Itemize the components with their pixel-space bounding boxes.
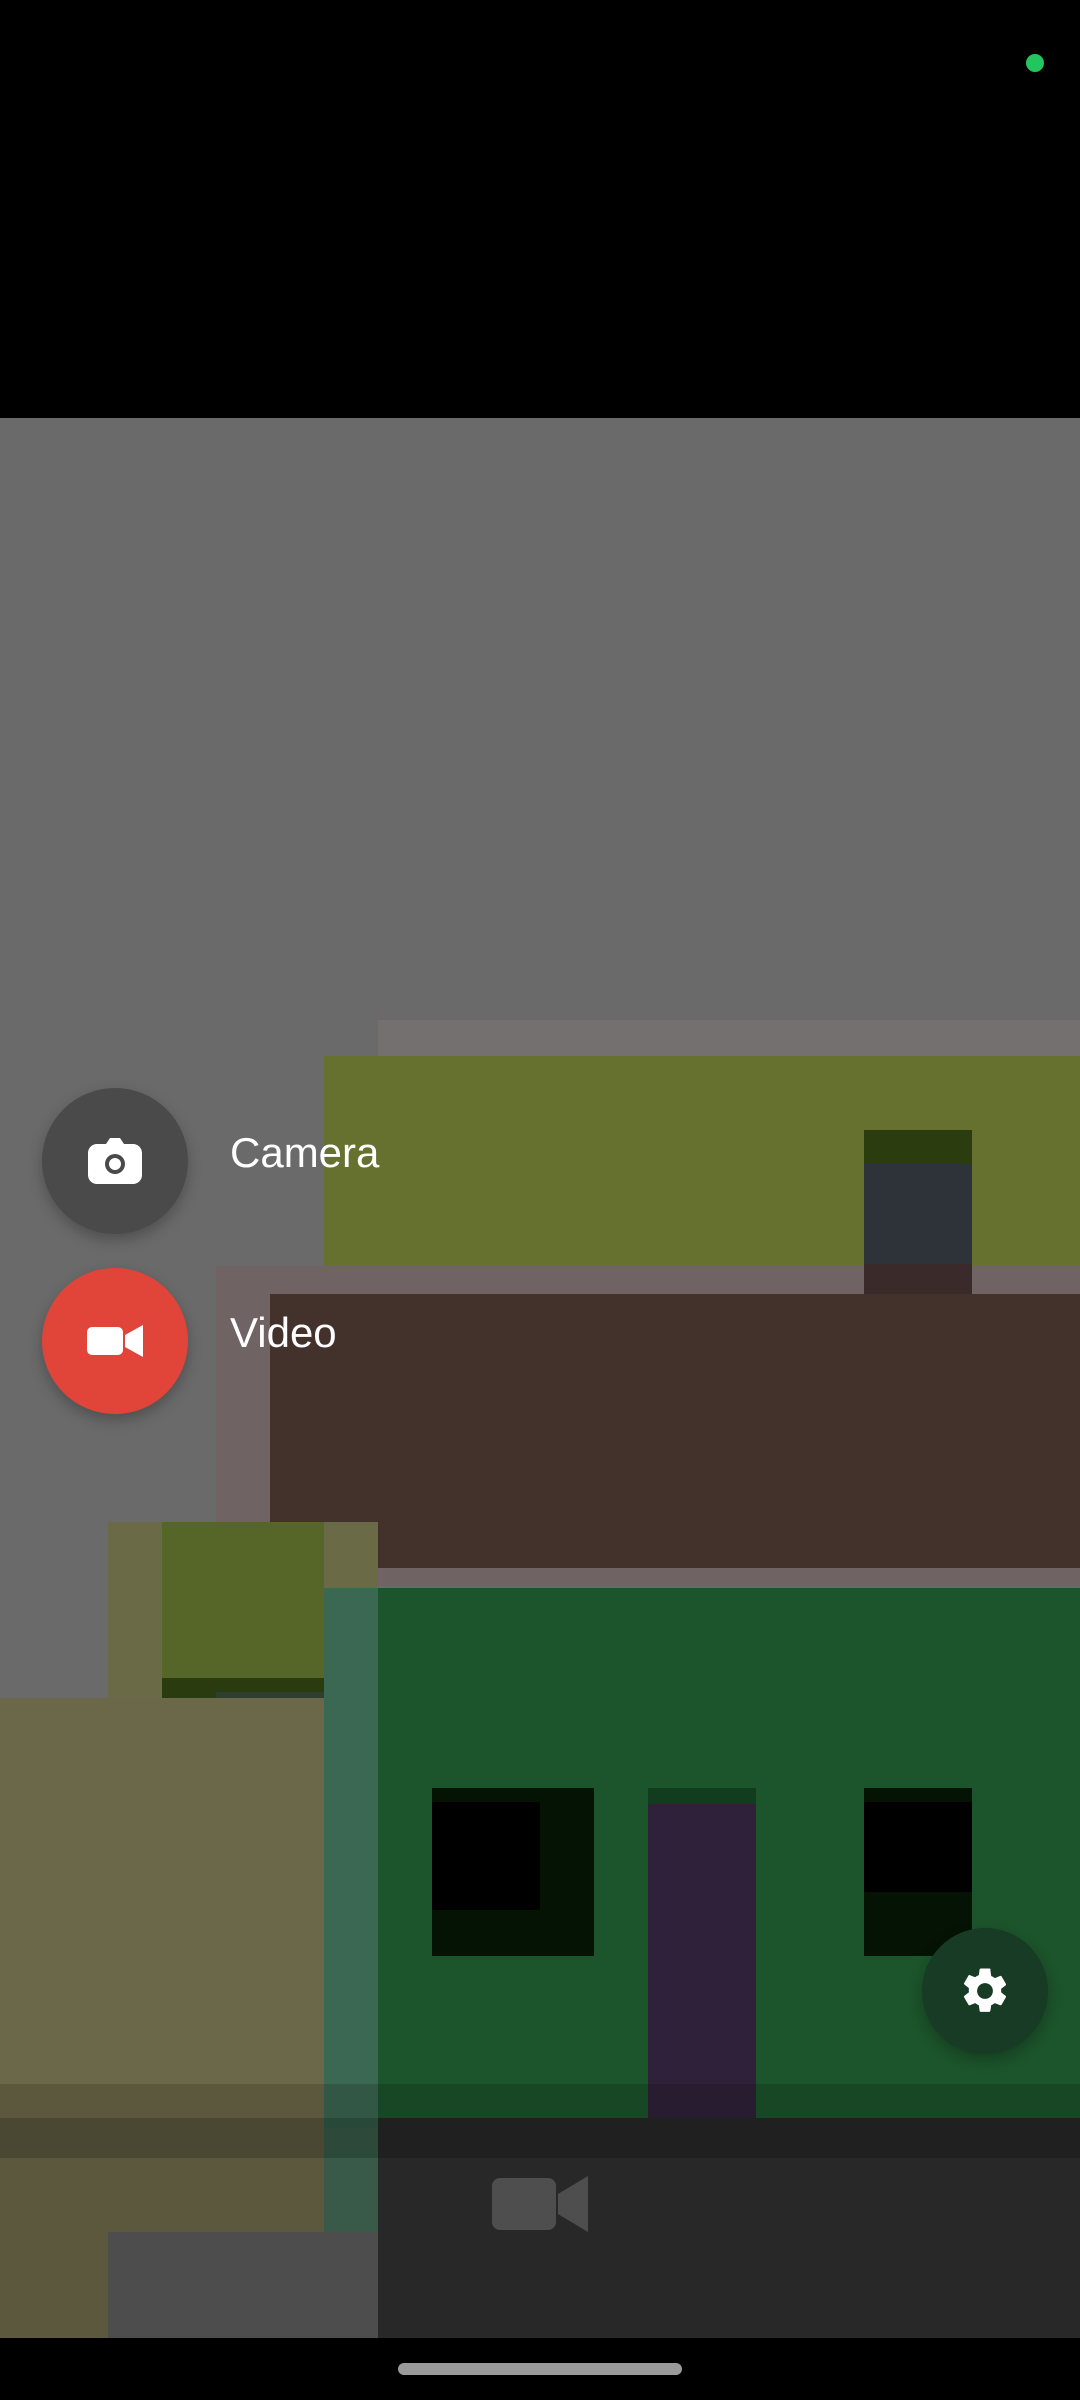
status-dot-icon: [1026, 54, 1044, 72]
video-record-icon: [492, 2176, 588, 2232]
camera-option[interactable]: Camera: [0, 1088, 410, 1250]
scene-block: [864, 1264, 972, 1294]
record-button[interactable]: [486, 2168, 594, 2240]
gear-icon: [963, 1968, 1007, 2012]
settings-button[interactable]: [922, 1928, 1048, 2054]
scene-block: [864, 1130, 972, 1166]
video-icon: [87, 1325, 143, 1357]
top-black-area: [0, 128, 1080, 418]
scene-block: [648, 1788, 756, 1804]
status-bar: [0, 0, 1080, 128]
scene-block: [648, 1788, 756, 2118]
app-screen: Camera Video: [0, 0, 1080, 2400]
video-button[interactable]: [42, 1268, 188, 1414]
camera-icon: [88, 1138, 142, 1184]
video-label: Video: [230, 1309, 337, 1356]
video-option[interactable]: Video: [0, 1268, 410, 1430]
scene-block: [864, 1164, 972, 1266]
camera-button[interactable]: [42, 1088, 188, 1234]
home-pill-icon[interactable]: [398, 2363, 682, 2375]
camera-label: Camera: [230, 1129, 380, 1176]
scene-block: [864, 1802, 972, 1892]
scene-block: [432, 1802, 540, 1910]
